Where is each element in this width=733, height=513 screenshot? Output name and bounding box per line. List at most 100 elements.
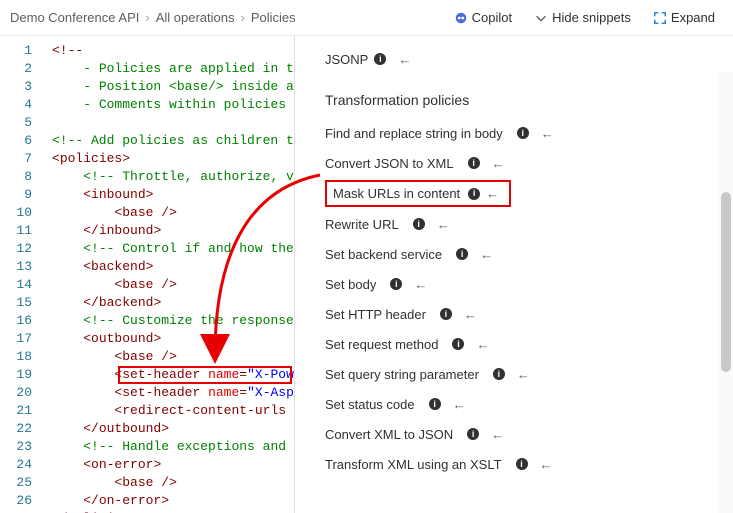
code-line[interactable]: <redirect-content-urls (44, 402, 294, 420)
policy-item[interactable]: Transform XML using an XSLTi← (325, 449, 733, 479)
breadcrumb-item-2[interactable]: All operations (156, 10, 235, 25)
policy-item[interactable]: Set backend service i ← (325, 239, 733, 269)
code-line[interactable]: - Policies are applied in th (44, 60, 294, 78)
policy-label: Set body (325, 277, 376, 292)
policy-item[interactable]: Convert JSON to XML i ← (325, 148, 733, 178)
info-icon[interactable]: i (429, 398, 441, 410)
arrow-left-icon[interactable]: ← (476, 337, 489, 352)
arrow-left-icon[interactable]: ← (480, 247, 493, 262)
arrow-left-icon[interactable]: ← (541, 126, 554, 141)
policy-item[interactable]: Find and replace string in bodyi← (325, 118, 733, 148)
policy-list: Find and replace string in bodyi←Convert… (325, 118, 733, 479)
scrollbar-track[interactable] (719, 72, 733, 513)
arrow-left-icon[interactable]: ← (517, 367, 530, 382)
line-number: 12 (0, 240, 32, 258)
info-icon[interactable]: i (468, 157, 480, 169)
code-line[interactable]: <base /> (44, 348, 294, 366)
info-icon[interactable]: i (440, 308, 452, 320)
copilot-button[interactable]: Copilot (446, 6, 520, 29)
info-icon[interactable]: i (413, 218, 425, 230)
main-area: 1234567891011121314151617181920212223242… (0, 36, 733, 513)
info-icon[interactable]: i (468, 188, 480, 200)
arrow-left-icon[interactable]: ← (398, 52, 411, 67)
code-line[interactable]: - Comments within policies a (44, 96, 294, 114)
line-number: 4 (0, 96, 32, 114)
policy-item-mask-urls[interactable]: Mask URLs in contenti← (325, 180, 511, 207)
section-title-transformation: Transformation policies (325, 92, 733, 108)
line-number-gutter: 1234567891011121314151617181920212223242… (0, 36, 44, 513)
arrow-left-icon[interactable]: ← (486, 186, 499, 201)
header-bar: Demo Conference API › All operations › P… (0, 0, 733, 36)
code-line[interactable]: <base /> (44, 474, 294, 492)
policy-label: Convert JSON to XML (325, 156, 454, 171)
line-number: 19 (0, 366, 32, 384)
policy-item[interactable]: Rewrite URLi← (325, 209, 733, 239)
code-line[interactable]: <!-- (44, 42, 294, 60)
info-icon[interactable]: i (516, 458, 528, 470)
code-line[interactable]: <set-header name="X-Powe (44, 366, 294, 384)
info-icon[interactable]: i (517, 127, 529, 139)
expand-icon (653, 11, 667, 25)
hide-snippets-button[interactable]: Hide snippets (526, 6, 639, 29)
code-editor[interactable]: 1234567891011121314151617181920212223242… (0, 36, 295, 513)
code-line[interactable]: <!-- Add policies as children to (44, 132, 294, 150)
code-line[interactable] (44, 114, 294, 132)
code-line[interactable]: </outbound> (44, 420, 294, 438)
info-icon[interactable]: i (390, 278, 402, 290)
code-line[interactable]: <backend> (44, 258, 294, 276)
line-number: 7 (0, 150, 32, 168)
policy-item[interactable]: Convert XML to JSONi← (325, 419, 733, 449)
line-number: 9 (0, 186, 32, 204)
arrow-left-icon[interactable]: ← (540, 457, 553, 472)
code-line[interactable]: <!-- Throttle, authorize, va (44, 168, 294, 186)
info-icon[interactable]: i (493, 368, 505, 380)
code-line[interactable]: <inbound> (44, 186, 294, 204)
arrow-left-icon[interactable]: ← (491, 427, 504, 442)
code-line[interactable]: </inbound> (44, 222, 294, 240)
breadcrumb: Demo Conference API › All operations › P… (10, 10, 440, 25)
policy-item[interactable]: Set status code i ← (325, 389, 733, 419)
code-line[interactable]: <base /> (44, 204, 294, 222)
info-icon[interactable]: i (374, 53, 386, 65)
scrollbar-thumb[interactable] (721, 192, 731, 372)
info-icon[interactable]: i (467, 428, 479, 440)
arrow-left-icon[interactable]: ← (414, 277, 427, 292)
arrow-left-icon[interactable]: ← (492, 156, 505, 171)
code-line[interactable]: <outbound> (44, 330, 294, 348)
code-line[interactable]: <base /> (44, 276, 294, 294)
info-icon[interactable]: i (452, 338, 464, 350)
policy-item[interactable]: Set body i ← (325, 269, 733, 299)
line-number: 20 (0, 384, 32, 402)
policy-label: Set status code (325, 397, 415, 412)
line-number: 23 (0, 438, 32, 456)
policy-label: Set backend service (325, 247, 442, 262)
copilot-label: Copilot (472, 10, 512, 25)
breadcrumb-item-1[interactable]: Demo Conference API (10, 10, 139, 25)
expand-label: Expand (671, 10, 715, 25)
code-line[interactable]: <!-- Control if and how the (44, 240, 294, 258)
expand-button[interactable]: Expand (645, 6, 723, 29)
policy-item[interactable]: Set query string parameteri← (325, 359, 733, 389)
code-line[interactable]: <on-error> (44, 456, 294, 474)
policy-item[interactable]: Set request methodi← (325, 329, 733, 359)
line-number: 24 (0, 456, 32, 474)
info-icon[interactable]: i (456, 248, 468, 260)
code-line[interactable]: </backend> (44, 294, 294, 312)
arrow-left-icon[interactable]: ← (453, 397, 466, 412)
line-number: 3 (0, 78, 32, 96)
policy-item[interactable]: Set HTTP headeri← (325, 299, 733, 329)
arrow-left-icon[interactable]: ← (464, 307, 477, 322)
copilot-icon (454, 11, 468, 25)
arrow-left-icon[interactable]: ← (437, 217, 450, 232)
code-line[interactable]: <policies> (44, 150, 294, 168)
code-line[interactable]: <!-- Handle exceptions and c (44, 438, 294, 456)
code-line[interactable]: <set-header name="X-Asp (44, 384, 294, 402)
line-number: 15 (0, 294, 32, 312)
code-line[interactable]: </on-error> (44, 492, 294, 510)
code-line[interactable]: <!-- Customize the responses (44, 312, 294, 330)
code-line[interactable]: - Position <base/> inside a (44, 78, 294, 96)
policy-item-jsonp[interactable]: JSONP i ← (325, 44, 733, 74)
code-content[interactable]: <!-- - Policies are applied in th - Posi… (44, 36, 294, 513)
policy-label: JSONP (325, 52, 368, 67)
breadcrumb-item-3[interactable]: Policies (251, 10, 296, 25)
